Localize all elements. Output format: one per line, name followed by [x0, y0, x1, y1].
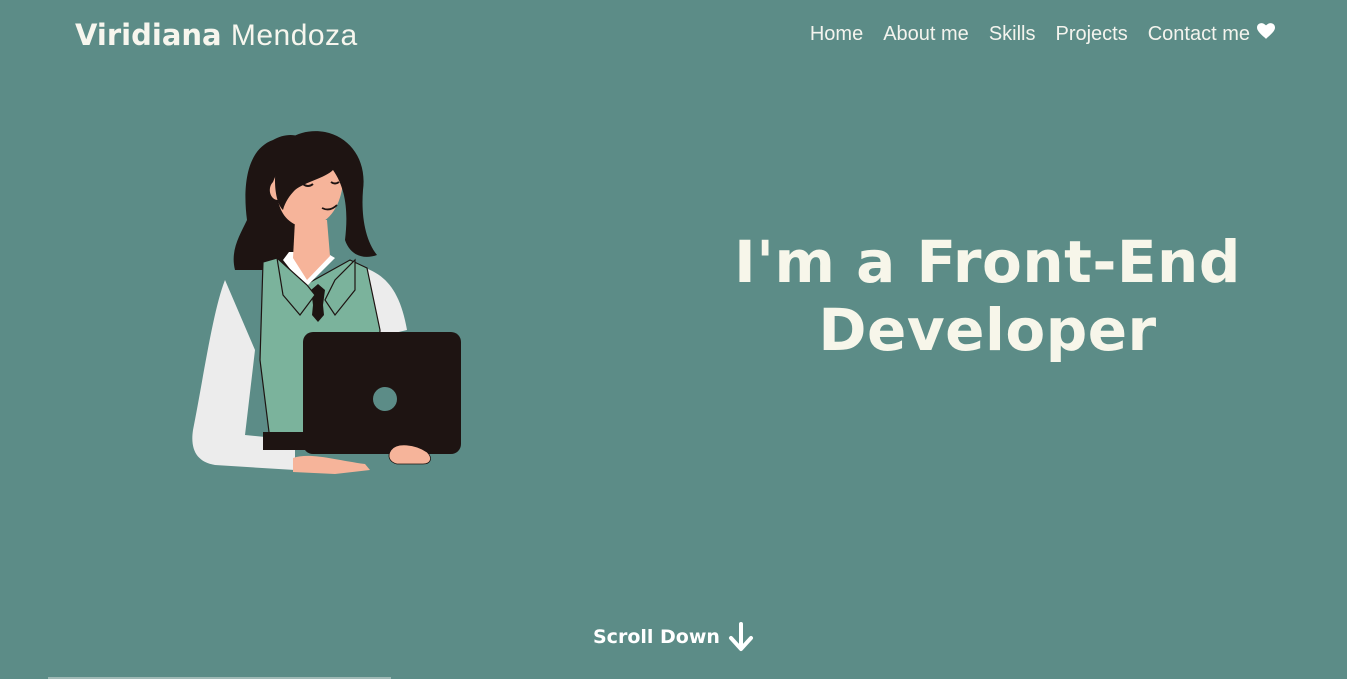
- site-logo[interactable]: Viridiana Mendoza: [75, 15, 358, 56]
- nav-projects[interactable]: Projects: [1055, 20, 1127, 48]
- heart-icon: [1257, 23, 1275, 39]
- scroll-down-label: Scroll Down: [593, 626, 720, 648]
- nav-skills[interactable]: Skills: [989, 20, 1036, 48]
- main-nav: Home About me Skills Projects Contact me: [810, 20, 1275, 48]
- hero-line-1: I'm a Front-End: [734, 228, 1241, 296]
- nav-home[interactable]: Home: [810, 20, 863, 48]
- nav-about-me[interactable]: About me: [883, 20, 969, 48]
- arrow-down-icon: [728, 622, 753, 651]
- scroll-down-link[interactable]: Scroll Down: [593, 622, 754, 652]
- hero-heading: I'm a Front-End Developer: [700, 228, 1275, 364]
- hero-line-2: Developer: [818, 296, 1157, 364]
- logo-last-name: Mendoza: [230, 19, 358, 52]
- woman-with-laptop-illustration: [192, 131, 461, 474]
- logo-first-name: Viridiana: [75, 18, 222, 52]
- nav-contact-me[interactable]: Contact me: [1148, 20, 1275, 48]
- nav-contact-label: Contact me: [1147, 23, 1250, 45]
- page: Viridiana Mendoza Home About me Skills P…: [0, 0, 1347, 679]
